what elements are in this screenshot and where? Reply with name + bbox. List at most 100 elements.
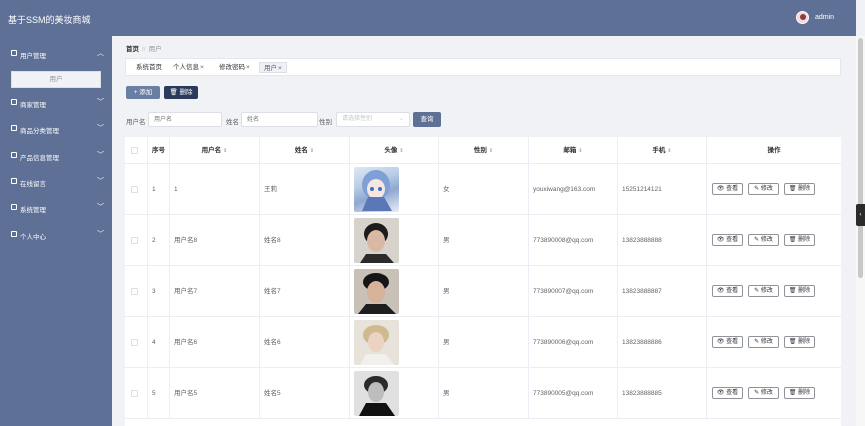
delete-button[interactable]: 🗑 删除 [164, 86, 198, 99]
side-panel-toggle[interactable]: ‹ [856, 204, 865, 226]
cell-username: 用户名5 [170, 368, 260, 419]
row-checkbox[interactable] [131, 288, 138, 295]
edit-button[interactable]: ✎ 修改 [748, 387, 779, 399]
row-checkbox[interactable] [131, 237, 138, 244]
sort-icon[interactable]: ⇕ [667, 148, 671, 154]
user-avatar[interactable] [796, 11, 809, 24]
edit-button[interactable]: ✎ 修改 [748, 234, 779, 246]
tab-personal-info[interactable]: 个人信息× [169, 62, 208, 73]
select-all-checkbox[interactable] [131, 147, 138, 154]
sort-icon[interactable]: ⇕ [578, 148, 582, 154]
avatar-image [354, 371, 399, 416]
cell-email: 773890005@qq.com [529, 368, 618, 419]
tab-change-password[interactable]: 修改密码× [215, 62, 254, 73]
query-button[interactable]: 查询 [413, 112, 441, 127]
edit-button[interactable]: ✎ 修改 [748, 285, 779, 297]
view-button[interactable]: 👁 查看 [712, 183, 743, 195]
cell-phone: 13823888887 [618, 266, 707, 317]
view-button[interactable]: 👁 查看 [712, 336, 743, 348]
tab-system-home[interactable]: 系统首页 [132, 62, 166, 73]
edit-button-label: 修改 [760, 339, 773, 345]
row-checkbox[interactable] [131, 339, 138, 346]
delete-row-button[interactable]: 🗑 删除 [784, 387, 815, 399]
edit-button[interactable]: ✎ 修改 [748, 336, 779, 348]
chevron-up-icon: ︿ [97, 50, 104, 57]
column-header-phone[interactable]: 手机 ⇕ [618, 137, 707, 164]
trash-icon: 🗑 [788, 390, 799, 396]
row-checkbox[interactable] [131, 186, 138, 193]
cell-name: 姓名6 [260, 317, 350, 368]
column-header-label: 姓名 [294, 147, 308, 154]
row-checkbox[interactable] [131, 390, 138, 397]
breadcrumb-home[interactable]: 首页 [126, 46, 139, 53]
gender-select[interactable]: 请选择性别 ⌄ [336, 112, 410, 127]
cell-username: 用户名8 [170, 215, 260, 266]
cell-actions: 👁 查看 ✎ 修改 🗑 删除 [707, 215, 841, 266]
chevron-down-icon: ﹀ [97, 178, 104, 185]
sidebar-item-user-management[interactable]: 用户管理 ︿ [0, 47, 112, 61]
cell-gender: 男 [439, 317, 529, 368]
delete-row-button[interactable]: 🗑 删除 [784, 336, 815, 348]
cell-name: 王莉 [260, 164, 350, 215]
view-button[interactable]: 👁 查看 [712, 387, 743, 399]
sidebar-item-product[interactable]: 产品信息管理 ﹀ [0, 149, 112, 163]
add-button-label: 添加 [139, 89, 153, 96]
delete-row-button[interactable]: 🗑 删除 [784, 183, 815, 195]
close-icon[interactable]: × [200, 64, 204, 71]
edit-icon: ✎ [754, 288, 761, 294]
eye-icon: 👁 [716, 390, 727, 396]
trash-icon: 🗑 [788, 186, 799, 192]
close-icon[interactable]: × [246, 64, 250, 71]
sidebar-item-message[interactable]: 在线留言 ﹀ [0, 175, 112, 189]
delete-row-button[interactable]: 🗑 删除 [784, 285, 815, 297]
edit-button[interactable]: ✎ 修改 [748, 183, 779, 195]
sidebar-item-label: 商品分类管理 [20, 128, 59, 135]
view-button[interactable]: 👁 查看 [712, 234, 743, 246]
grid-icon [11, 50, 17, 56]
column-header-avatar[interactable]: 头像 ⇕ [350, 137, 439, 164]
sidebar-item-merchant[interactable]: 商家管理 ﹀ [0, 96, 112, 110]
table-row: 1 1 王莉 女 youxiwang@163.com 15251214121 👁… [125, 164, 841, 215]
view-button-label: 查看 [726, 339, 739, 345]
header-select-all[interactable] [125, 137, 148, 164]
name-input[interactable] [241, 112, 318, 127]
sidebar-item-label: 商家管理 [20, 102, 46, 109]
view-button[interactable]: 👁 查看 [712, 285, 743, 297]
sidebar-item-system[interactable]: 系统管理 ﹀ [0, 201, 112, 215]
sort-icon[interactable]: ⇕ [223, 148, 227, 154]
sidebar-subitem-user[interactable]: 用户 [11, 71, 101, 88]
cell-index: 4 [148, 317, 170, 368]
delete-row-button-label: 删除 [798, 237, 811, 243]
eye-icon: 👁 [716, 339, 727, 345]
column-header-label: 邮箱 [563, 147, 577, 154]
edit-button-label: 修改 [760, 288, 773, 294]
sort-icon[interactable]: ⇕ [310, 148, 314, 154]
grid-icon [11, 204, 17, 210]
delete-row-button-label: 删除 [798, 339, 811, 345]
username-input[interactable] [148, 112, 222, 127]
trash-icon: 🗑 [788, 288, 799, 294]
cell-index: 2 [148, 215, 170, 266]
delete-row-button[interactable]: 🗑 删除 [784, 234, 815, 246]
sort-icon[interactable]: ⇕ [399, 148, 403, 154]
sidebar-item-category[interactable]: 商品分类管理 ﹀ [0, 122, 112, 136]
sidebar-item-profile[interactable]: 个人中心 ﹀ [0, 228, 112, 242]
column-header-username[interactable]: 用户名 ⇕ [170, 137, 260, 164]
column-header-gender[interactable]: 性别 ⇕ [439, 137, 529, 164]
column-header-name[interactable]: 姓名 ⇕ [260, 137, 350, 164]
close-icon[interactable]: × [278, 65, 282, 72]
trash-icon: 🗑 [169, 89, 180, 96]
user-name[interactable]: admin [815, 14, 834, 21]
avatar-image [354, 167, 399, 212]
page-scrollbar-thumb[interactable] [858, 38, 863, 278]
edit-icon: ✎ [754, 237, 761, 243]
add-button[interactable]: + 添加 [126, 86, 160, 99]
column-header-label: 用户名 [201, 147, 222, 154]
cell-gender: 女 [439, 164, 529, 215]
photo-avatar-graphic [359, 376, 395, 416]
column-header-email[interactable]: 邮箱 ⇕ [529, 137, 618, 164]
row-select-cell [125, 266, 148, 317]
sort-icon[interactable]: ⇕ [489, 148, 493, 154]
grid-icon [11, 152, 17, 158]
tab-user[interactable]: 用户× [259, 62, 287, 73]
